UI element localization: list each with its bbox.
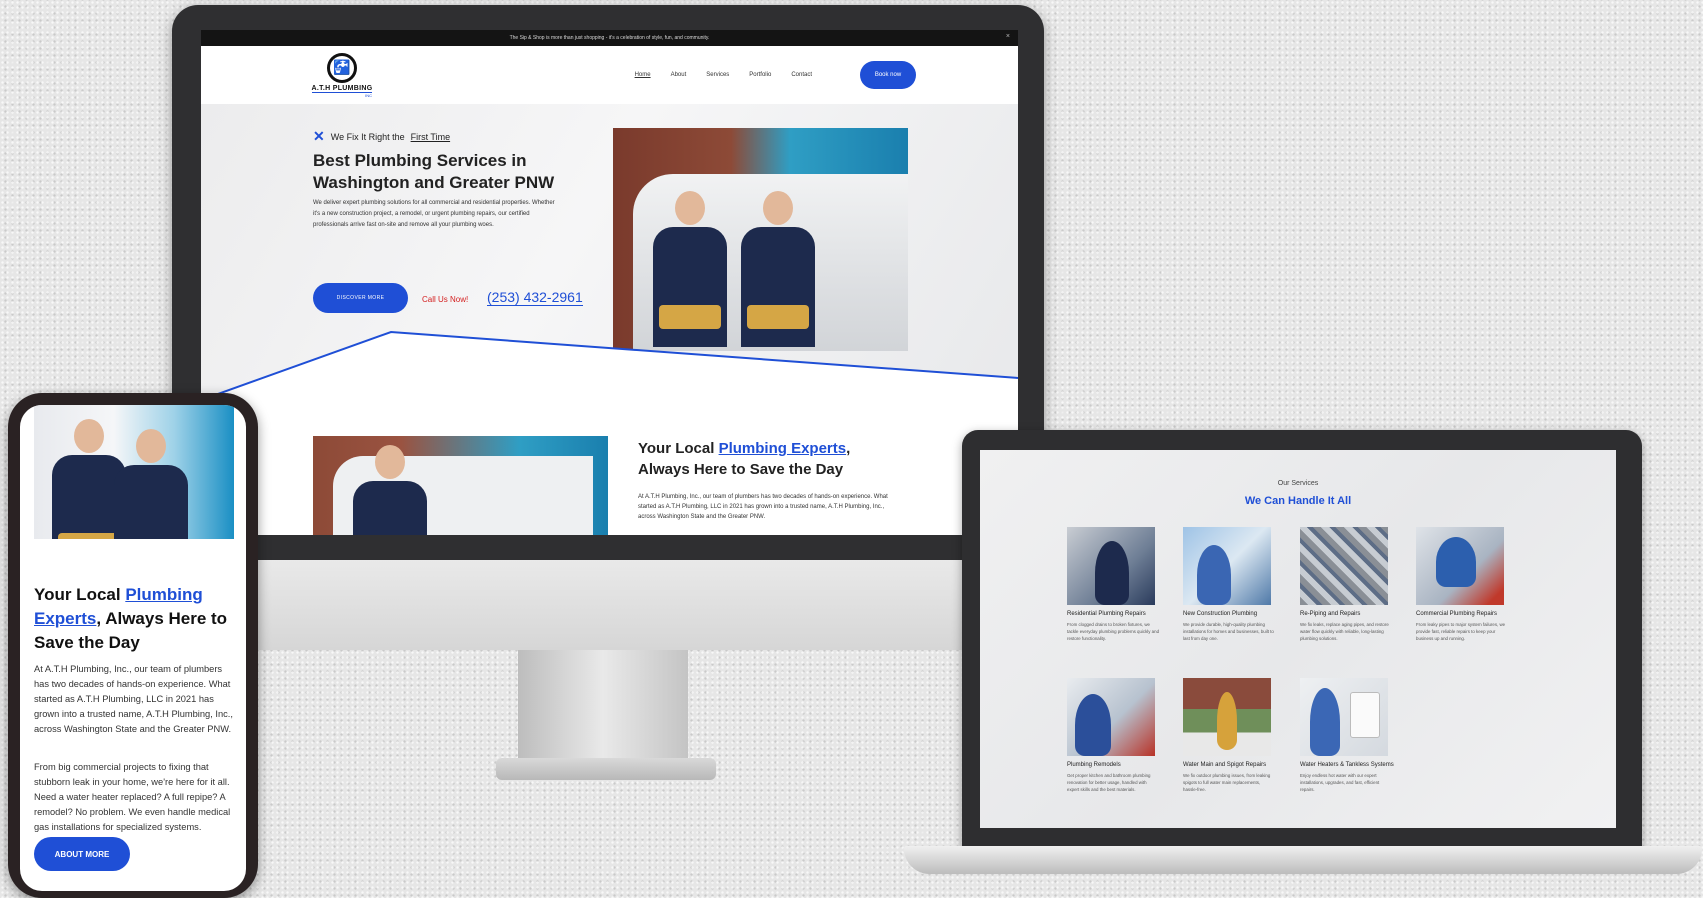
service-desc: Enjoy endless hot water with our expert … <box>1300 773 1380 792</box>
phone-screen: Your Local Plumbing Experts, Always Here… <box>20 405 246 891</box>
logo-suffix: INC <box>312 91 372 98</box>
service-image <box>1183 527 1271 605</box>
main-nav: Home About Services Portfolio Contact Bo… <box>635 61 916 89</box>
mobile-plumbers-photo <box>34 405 234 539</box>
service-card[interactable]: Water Heaters & Tankless Systems Enjoy e… <box>1300 678 1400 793</box>
service-desc: Get proper kitchen and bathroom plumbing… <box>1067 773 1151 792</box>
hero-plumbers-photo <box>613 128 908 351</box>
hero-description: We deliver expert plumbing solutions for… <box>313 200 555 228</box>
nav-about[interactable]: About <box>671 72 687 78</box>
tagline-prefix: We Fix It Right the <box>330 131 405 142</box>
service-card[interactable]: Water Main and Spigot Repairs We fix out… <box>1183 678 1283 793</box>
about-title: Your Local Plumbing Experts, Always Here… <box>638 438 898 480</box>
service-card[interactable]: Plumbing Remodels Get proper kitchen and… <box>1067 678 1167 793</box>
laptop-screen: Our Services We Can Handle It All Reside… <box>980 450 1616 828</box>
monitor-stand-neck <box>518 650 688 760</box>
service-desc: We fix outdoor plumbing issues, from lea… <box>1183 773 1271 792</box>
service-card[interactable]: Re-Piping and Repairs We fix leaks, repl… <box>1300 527 1400 642</box>
tagline-link: First Time <box>410 131 451 142</box>
plumber-figure <box>353 445 427 535</box>
mobile-about-title: Your Local Plumbing Experts, Always Here… <box>34 583 234 655</box>
mobile-title-prefix: Your Local <box>34 585 126 604</box>
service-name: Residential Plumbing Repairs <box>1067 611 1146 617</box>
about-title-highlight: Plumbing Experts <box>718 440 847 457</box>
nav-home[interactable]: Home <box>635 72 651 78</box>
service-name: Plumbing Remodels <box>1067 762 1121 768</box>
service-name: Re-Piping and Repairs <box>1300 611 1361 617</box>
service-desc: From leaky pipes to major system failure… <box>1416 622 1506 641</box>
service-name: Water Heaters & Tankless Systems <box>1300 762 1394 768</box>
service-name: Water Main and Spigot Repairs <box>1183 762 1267 768</box>
about-plumber-photo <box>313 436 608 535</box>
service-desc: We provide durable, high-quality plumbin… <box>1183 622 1274 641</box>
service-image <box>1300 527 1388 605</box>
announcement-bar: The Sip & Shop is more than just shoppin… <box>201 30 1018 46</box>
site-header: 🚰 A.T.H PLUMBING INC Home About Services… <box>201 46 1018 104</box>
monitor-chin <box>172 560 1044 650</box>
close-icon[interactable]: × <box>1006 33 1010 40</box>
plumber-figure <box>741 191 815 351</box>
desktop-screen: The Sip & Shop is more than just shoppin… <box>201 30 1018 535</box>
service-card[interactable]: New Construction Plumbing We provide dur… <box>1183 527 1283 642</box>
plumber-figure <box>114 429 188 539</box>
service-name: New Construction Plumbing <box>1183 611 1258 617</box>
service-image <box>1416 527 1504 605</box>
services-kicker: Our Services <box>1277 480 1319 487</box>
about-title-prefix: Your Local <box>638 440 719 457</box>
service-image <box>1067 527 1155 605</box>
hero-tagline: ✕ We Fix It Right the First Time <box>313 128 450 145</box>
service-card[interactable]: Commercial Plumbing Repairs From leaky p… <box>1416 527 1516 642</box>
discover-more-button[interactable]: DISCOVER MORE <box>313 283 408 313</box>
services-title: We Can Handle It All <box>1244 495 1352 507</box>
plumber-figure <box>653 191 727 351</box>
logo-name: A.T.H PLUMBING <box>311 84 373 92</box>
monitor-stand-foot <box>496 758 716 780</box>
section-divider-line <box>201 330 1018 410</box>
about-description: At A.T.H Plumbing, Inc., our team of plu… <box>638 494 888 520</box>
service-image <box>1183 678 1271 756</box>
phone-link[interactable]: (253) 432-2961 <box>487 289 583 306</box>
announcement-text: The Sip & Shop is more than just shoppin… <box>509 35 710 41</box>
laptop-base <box>904 846 1702 874</box>
service-image <box>1300 678 1388 756</box>
tools-icon: ✕ <box>313 128 325 144</box>
mobile-paragraph-2: From big commercial projects to fixing t… <box>34 762 231 832</box>
service-name: Commercial Plumbing Repairs <box>1416 611 1498 617</box>
service-card[interactable]: Residential Plumbing Repairs From clogge… <box>1067 527 1167 642</box>
hero-title: Best Plumbing Services in Washington and… <box>313 151 555 192</box>
faucet-icon: 🚰 <box>327 52 357 83</box>
service-desc: From clogged drains to broken fixtures, … <box>1067 622 1160 641</box>
service-image <box>1067 678 1155 756</box>
call-label: Call Us Now! <box>422 295 469 304</box>
nav-portfolio[interactable]: Portfolio <box>749 72 771 78</box>
site-logo[interactable]: 🚰 A.T.H PLUMBING INC <box>309 52 375 98</box>
about-more-button[interactable]: ABOUT MORE <box>34 837 130 871</box>
nav-services[interactable]: Services <box>706 72 729 78</box>
nav-contact[interactable]: Contact <box>791 72 812 78</box>
book-now-button[interactable]: Book now <box>860 61 916 89</box>
service-desc: We fix leaks, replace aging pipes, and r… <box>1300 622 1389 641</box>
mobile-paragraph-1: At A.T.H Plumbing, Inc., our team of plu… <box>34 664 233 734</box>
